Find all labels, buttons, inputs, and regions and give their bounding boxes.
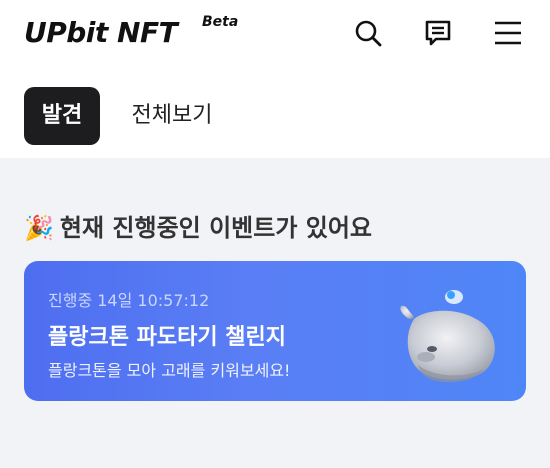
search-icon (355, 20, 382, 47)
menu-button[interactable] (492, 17, 524, 49)
tab-discover[interactable]: 발견 (24, 87, 100, 145)
whale-illustration (400, 290, 495, 383)
logo-beta-badge: Beta (202, 14, 239, 30)
header: UPbit NFT Beta (0, 0, 550, 68)
main-content: 🎉 현재 진행중인 이벤트가 있어요 진행중 14일 10:57:12 플랑크톤 … (0, 158, 550, 468)
menu-icon (495, 21, 521, 45)
search-button[interactable] (352, 17, 384, 49)
party-popper-icon: 🎉 (24, 214, 54, 242)
logo-text: UPbit NFT (24, 16, 178, 49)
chat-button[interactable] (422, 17, 454, 49)
event-status: 진행중 14일 10:57:12 (48, 291, 210, 310)
event-description: 플랑크톤을 모아 고래를 키워보세요! (48, 361, 291, 380)
section-title: 🎉 현재 진행중인 이벤트가 있어요 (24, 208, 372, 243)
event-title: 플랑크톤 파도타기 챌린지 (48, 325, 286, 350)
section-title-text: 현재 진행중인 이벤트가 있어요 (59, 214, 372, 242)
tab-view-all[interactable]: 전체보기 (117, 87, 227, 145)
nav-tabs: 발견 전체보기 (0, 68, 550, 158)
chat-icon (425, 20, 451, 46)
event-card[interactable]: 진행중 14일 10:57:12 플랑크톤 파도타기 챌린지 플랑크톤을 모아 … (24, 261, 526, 401)
